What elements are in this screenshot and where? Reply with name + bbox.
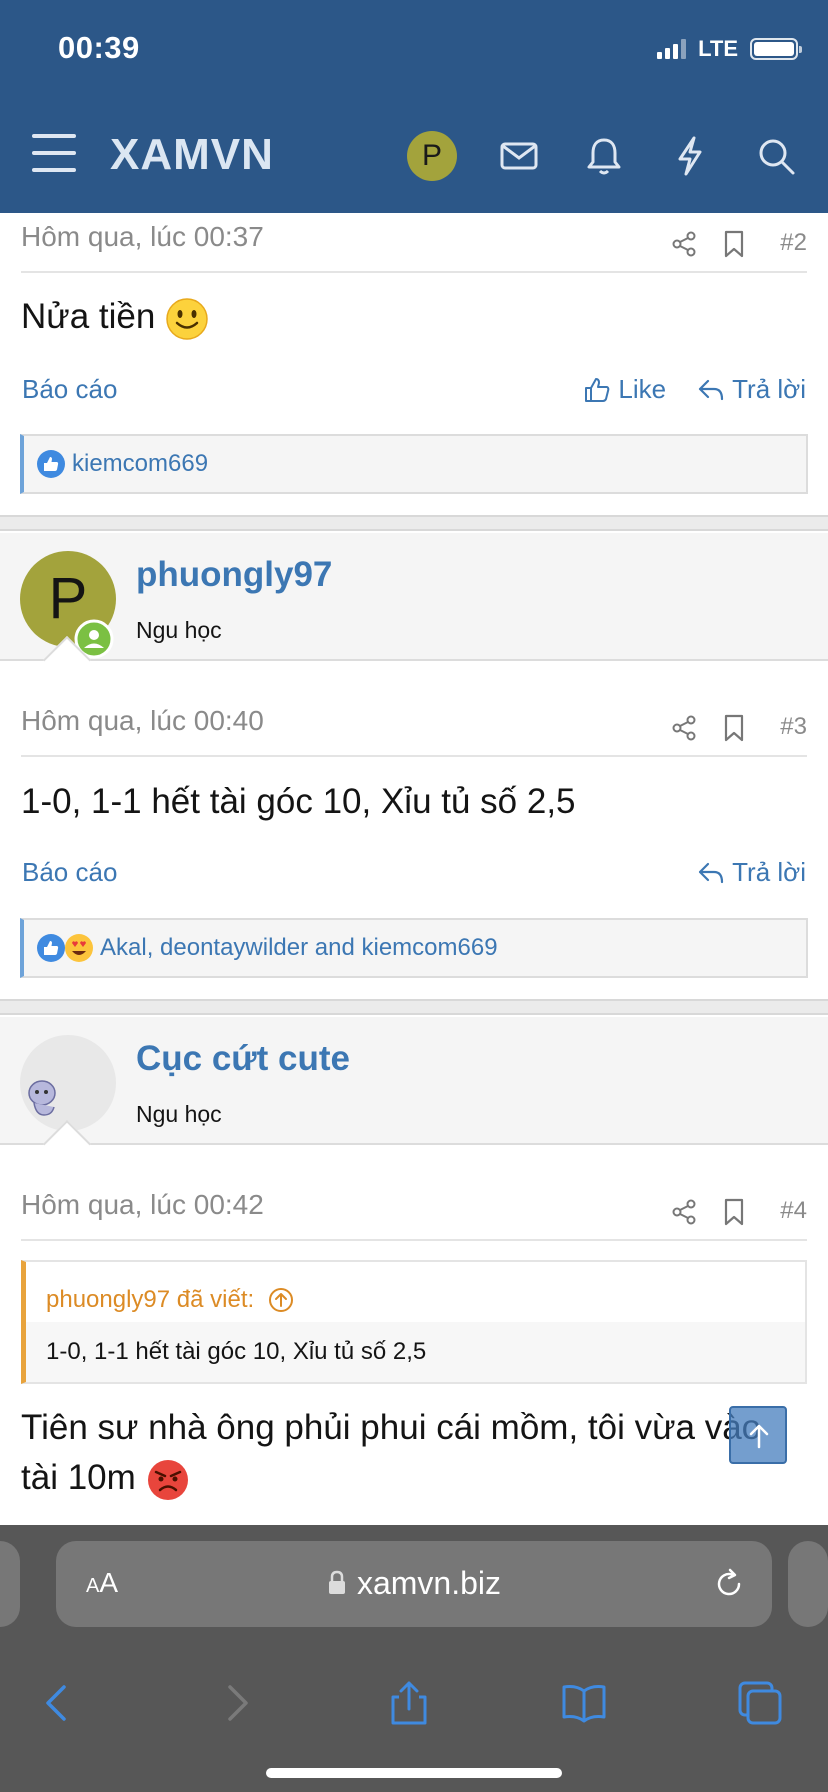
battery-icon [750, 38, 802, 60]
bookmarks-book-icon[interactable] [560, 1679, 608, 1727]
lightning-icon[interactable] [668, 134, 712, 178]
mail-icon[interactable] [497, 134, 541, 178]
bookmark-icon[interactable] [721, 229, 747, 259]
bookmark-icon[interactable] [721, 1197, 747, 1227]
post-meta: Hôm qua, lúc 00:42 #4 [21, 1185, 807, 1241]
home-indicator[interactable] [266, 1768, 562, 1778]
reply-button[interactable]: Trả lời [696, 374, 806, 405]
author-title: Ngu học [136, 1101, 222, 1127]
back-icon[interactable] [34, 1679, 82, 1727]
post-text-line2-text: tài 10m [21, 1458, 136, 1497]
post-author-block: P phuongly97 Ngu học [0, 533, 828, 685]
quote-block: phuongly97 đã viết: 1-0, 1-1 hết tài góc… [21, 1260, 807, 1384]
angry-emoji-icon [147, 1459, 188, 1500]
search-icon[interactable] [754, 134, 798, 178]
cartoon-avatar-icon [28, 1080, 56, 1116]
tabs-icon[interactable] [736, 1679, 784, 1727]
next-tab-preview[interactable] [788, 1541, 828, 1627]
post-meta: Hôm qua, lúc 00:37 #2 [21, 217, 807, 273]
thumbs-up-icon [585, 377, 610, 402]
bookmark-icon[interactable] [721, 713, 747, 743]
quote-author[interactable]: phuongly97 đã viết: [46, 1286, 254, 1314]
post-time[interactable]: Hôm qua, lúc 00:42 [21, 1189, 264, 1221]
report-link[interactable]: Báo cáo [22, 374, 117, 405]
post-actions: Báo cáo Trả lời [22, 857, 806, 897]
address-bar[interactable]: AA xamvn.biz [56, 1541, 772, 1627]
post-number[interactable]: #2 [780, 229, 807, 257]
author-avatar[interactable] [20, 1035, 116, 1131]
share-icon[interactable] [671, 1199, 697, 1225]
url-display[interactable]: xamvn.biz [56, 1565, 772, 1602]
forward-icon[interactable] [212, 1679, 260, 1727]
reply-icon [699, 379, 724, 400]
post-text: Nửa tiền [21, 297, 156, 336]
post-content: 1-0, 1-1 hết tài góc 10, Xỉu tủ số 2,5 [21, 782, 576, 821]
like-reaction-icon [37, 450, 65, 478]
arrow-up-icon [749, 1424, 769, 1449]
post-number[interactable]: #4 [780, 1197, 807, 1225]
report-link[interactable]: Báo cáo [22, 857, 117, 888]
author-title: Ngu học [136, 617, 222, 643]
post-text-line2: tài 10m [21, 1453, 807, 1503]
site-logo[interactable]: XAMVN [110, 130, 274, 180]
app-header: 00:39 LTE XAMVN P [0, 0, 828, 213]
reactions-bar[interactable]: Akal, deontaywilder and kiemcom669 [20, 918, 808, 978]
post-time[interactable]: Hôm qua, lúc 00:40 [21, 705, 264, 737]
user-avatar[interactable]: P [407, 131, 457, 181]
post-text-line1: Tiên sư nhà ông phủi phui cái mồm, tôi v… [21, 1408, 762, 1447]
post-content: Nửa tiền [21, 292, 807, 342]
lock-icon [328, 1570, 345, 1594]
reload-icon[interactable] [712, 1567, 746, 1601]
smile-emoji-icon [166, 298, 208, 340]
previous-tab-preview[interactable] [0, 1541, 20, 1627]
share-icon[interactable] [671, 715, 697, 741]
heart-eyes-reaction-icon [65, 934, 93, 962]
like-label: Like [618, 374, 667, 404]
post-divider [0, 515, 828, 531]
reply-button[interactable]: Trả lời [696, 857, 806, 888]
author-name[interactable]: phuongly97 [136, 555, 332, 595]
signal-icon [657, 39, 687, 59]
quote-text: 1-0, 1-1 hết tài góc 10, Xỉu tủ số 2,5 [46, 1338, 427, 1365]
reply-icon [699, 862, 724, 883]
like-button[interactable]: Like [582, 374, 666, 405]
post-actions: Báo cáo Like Trả lời [22, 374, 806, 414]
like-reaction-icon [37, 934, 65, 962]
post-meta: Hôm qua, lúc 00:40 #3 [21, 701, 807, 757]
status-time: 00:39 [58, 30, 140, 65]
post-author-block: Cục cứt cute Ngu học [0, 1017, 828, 1169]
post-divider [0, 999, 828, 1015]
quote-header[interactable]: phuongly97 đã viết: [26, 1262, 805, 1322]
reply-label: Trả lời [732, 374, 806, 404]
status-indicators: LTE [657, 36, 802, 62]
scroll-top-button[interactable] [729, 1406, 787, 1464]
share-icon[interactable] [671, 231, 697, 257]
arrow-up-circle-icon[interactable] [268, 1287, 294, 1313]
url-text: xamvn.biz [356, 1565, 502, 1601]
reactions-users[interactable]: kiemcom669 [72, 450, 208, 478]
post-content: Tiên sư nhà ông phủi phui cái mồm, tôi v… [21, 1403, 807, 1503]
author-name[interactable]: Cục cứt cute [136, 1039, 350, 1079]
network-label: LTE [698, 36, 738, 61]
browser-toolbar: AA xamvn.biz [0, 1525, 828, 1792]
share-sheet-icon[interactable] [385, 1679, 433, 1727]
menu-button[interactable] [32, 134, 76, 172]
reactions-bar[interactable]: kiemcom669 [20, 434, 808, 494]
reply-label: Trả lời [732, 857, 806, 887]
reactions-users[interactable]: Akal, deontaywilder and kiemcom669 [100, 934, 498, 962]
bell-icon[interactable] [582, 134, 626, 178]
post-time[interactable]: Hôm qua, lúc 00:37 [21, 221, 264, 253]
post-number[interactable]: #3 [780, 713, 807, 741]
